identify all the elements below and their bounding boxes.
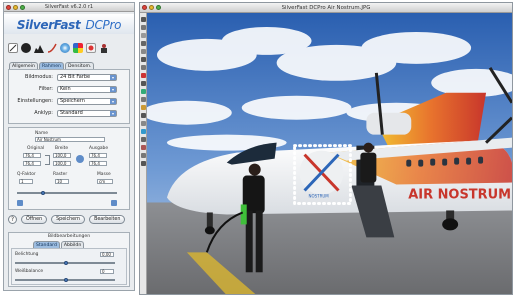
rotate-icon[interactable] [141,33,146,38]
white-balance-slider-knob[interactable] [64,278,68,282]
q-faktor-label: Q-Faktor [17,172,36,177]
preview-tool-strip [140,13,147,294]
open-button[interactable]: Öffnen [21,215,48,224]
zoom-icon[interactable] [141,17,146,22]
preview-image: AIR NOSTRUM NOSTRUM [147,13,512,294]
desktop: SilverFast v6.2.0 r1 SilverFast DCPro Al… [0,0,513,296]
masse-label: Masse [97,172,111,177]
chevron-down-icon: ▾ [110,75,116,80]
original-height-field[interactable]: 76,4 [23,161,41,166]
brand-dcpro: DCPro [85,18,122,32]
general-settings-panel: Bildmodus: 24 Bit Farbe ▾ Filter: Kein ▾ E… [8,69,130,124]
hand-icon[interactable] [141,25,146,30]
einstellungen-select[interactable]: Speichern ▾ [57,98,117,105]
q-faktor-field[interactable]: 1 [19,179,33,184]
compare-icon[interactable] [141,153,146,158]
scale-height-field[interactable]: 100,0 [53,161,71,166]
crop-icon[interactable] [141,49,146,54]
scale-slider[interactable] [17,192,117,194]
warning-icon[interactable] [141,73,146,78]
ausgabe-label: Ausgabe [89,146,109,151]
grid-icon[interactable] [141,65,146,70]
logo-text: NOSTRUM [309,193,330,198]
control-window-title: SilverFast v6.2.0 r1 [44,4,94,10]
globe-icon[interactable] [60,43,70,53]
slider1-label: Belichtung [15,252,39,257]
lock-icon[interactable] [141,137,146,142]
gradation-icon[interactable] [47,43,57,53]
scale-width-field[interactable]: 100,0 [53,153,71,158]
frame-add-icon[interactable] [17,200,23,206]
color-icon[interactable] [141,89,146,94]
anklyp-select[interactable]: Standard ▾ [57,110,117,117]
frame-panel: Name Air Nostrum Original Breite Ausgabe… [8,127,130,210]
help-icon[interactable] [141,129,146,134]
anklyp-value: Standard [60,110,83,116]
action-buttons: ? Öffnen Speichern Bearbeiten [8,215,126,224]
histogram-icon[interactable] [34,43,44,53]
einstellungen-label: Einstellungen: [17,98,53,104]
image-adjust-panel: Bildbearbeitungen Standard Abbildn Belic… [8,232,130,287]
info-icon[interactable] [141,57,146,62]
engine-nacelle [366,112,412,135]
densitometer-icon[interactable] [141,97,146,102]
filter-label: Filter: [39,86,53,92]
save-button[interactable]: Speichern [51,215,86,224]
help-button[interactable]: ? [8,215,17,224]
mirror-icon[interactable] [141,41,146,46]
exposure-slider-knob[interactable] [64,261,68,265]
image-preview-window: SilverFast DCPro Air Nostrum.JPG AIR NOS… [139,2,513,295]
tool-bar [8,43,109,53]
link-bracket-icon[interactable] [45,155,50,165]
name-field[interactable]: Air Nostrum [35,137,105,142]
color-wheel-icon[interactable] [73,43,83,53]
eyedropper-icon[interactable] [8,43,18,53]
person-icon[interactable] [99,43,109,53]
settings-icon[interactable] [141,121,146,126]
original-width-field[interactable]: 76,4 [23,153,41,158]
fullscreen-icon[interactable] [141,113,146,118]
chevron-down-icon: ▾ [110,111,116,116]
filter-select[interactable]: Kein ▾ [57,86,117,93]
frame-delete-icon[interactable] [111,200,117,206]
image-title-bar[interactable]: SilverFast DCPro Air Nostrum.JPG [140,3,512,13]
silverfast-control-window: SilverFast v6.2.0 r1 SilverFast DCPro Al… [3,2,135,291]
scale-slider-knob[interactable] [41,191,45,195]
slider2-label: Weißbalance [15,269,44,274]
original-label: Original [27,146,45,151]
chevron-down-icon: ▾ [110,99,116,104]
sharpen-icon[interactable] [86,43,96,53]
control-title-bar[interactable]: SilverFast v6.2.0 r1 [4,3,134,12]
name-label: Name [35,131,48,136]
bildmodus-label: Bildmodus: [25,74,53,80]
brand-silverfast: SilverFast [16,18,81,32]
reset-icon[interactable] [141,145,146,150]
output-height-field[interactable]: 76,4 [89,161,107,166]
image-adjust-header: Bildbearbeitungen [47,234,91,239]
process-button[interactable]: Bearbeiten [89,215,126,224]
einstellungen-value: Speichern [60,98,85,104]
slider1-value[interactable]: 0,00 [100,252,114,257]
output-width-field[interactable]: 76,4 [89,153,107,158]
bildmodus-select[interactable]: 24 Bit Farbe ▾ [57,74,117,81]
tarmac [147,202,512,294]
adjust-box: Belichtung 0,00 Weißbalance 0 [11,248,127,285]
anklyp-label: Anklyp: [34,110,53,116]
print-icon[interactable] [141,161,146,166]
raster-field[interactable]: 10 [55,179,69,184]
raster-label: Raster [53,172,68,177]
bildmodus-value: 24 Bit Farbe [60,74,91,80]
slider2-value[interactable]: 0 [100,269,114,274]
lock-ratio-icon[interactable] [76,155,84,163]
filter-value: Kein [60,86,71,92]
breite-label: Breite [55,146,69,151]
ruler-icon[interactable] [141,81,146,86]
chevron-down-icon: ▾ [110,87,116,92]
silverfast-logo: SilverFast DCPro [4,14,134,34]
image-window-title: SilverFast DCPro Air Nostrum.JPG [281,5,371,11]
dial-icon[interactable] [21,43,31,53]
expert-icon[interactable] [141,105,146,110]
masse-field[interactable]: cm [97,179,113,184]
livery-text: AIR NOSTRUM [408,187,511,202]
